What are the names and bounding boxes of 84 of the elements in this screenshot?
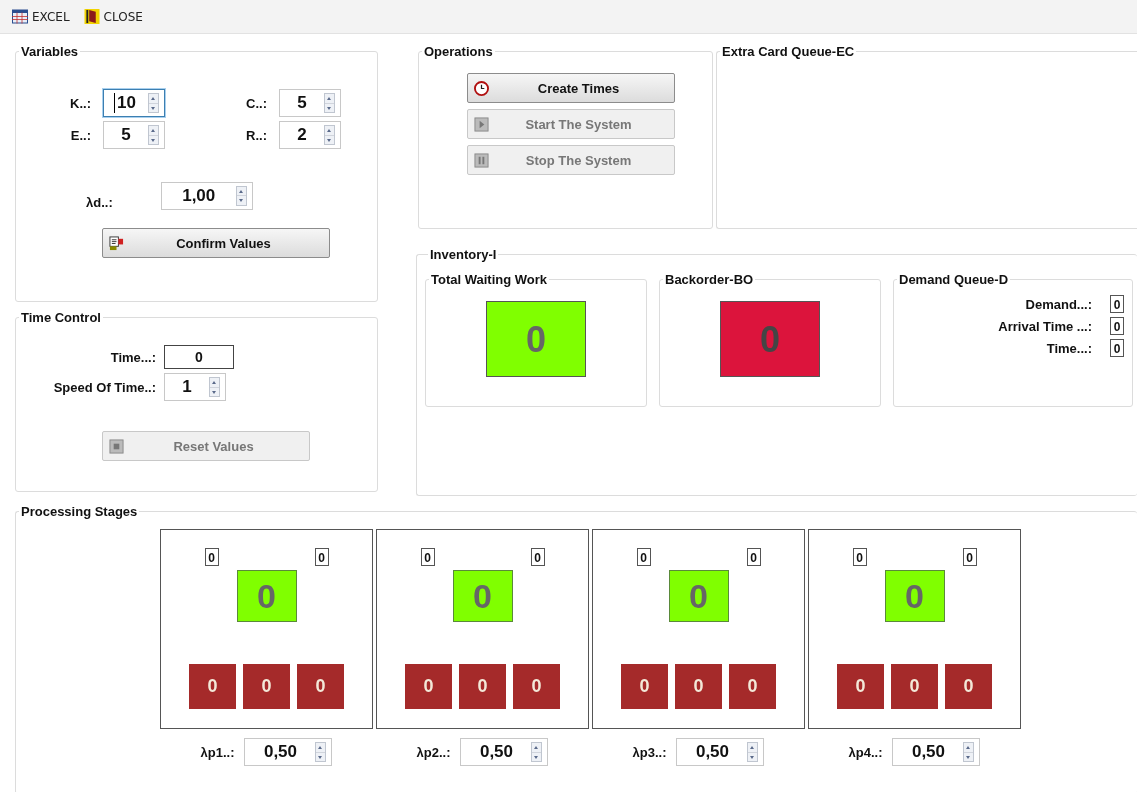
number-spinner[interactable]: 10 [103,89,165,117]
panel-title: Processing Stages [20,504,139,519]
value-field: 0 [1110,317,1124,336]
value-field: 0 [314,548,329,566]
queue-counter: 0 [945,664,992,709]
number-spinner[interactable]: 0,50 [460,738,549,766]
counter-display: 0 [486,301,586,378]
panel-title: Total Waiting Work [430,272,549,288]
number-spinner[interactable]: 0,50 [676,738,765,766]
field-label: Time...: [1046,340,1092,356]
field-label: C..: [245,95,267,111]
field-label: Arrival Time ...: [998,318,1092,334]
field-label: λd..: [86,195,113,210]
spin-arrows-icon[interactable] [531,742,543,762]
number-spinner[interactable]: 1 [164,373,226,401]
value-field: 0 [204,548,219,566]
toolbar-button[interactable]: CLOSE [81,7,145,26]
queue-counter: 0 [513,664,560,709]
queue-counter: 0 [891,664,938,709]
panel-title: Inventory-I [429,247,498,263]
queue-counter: 0 [405,664,452,709]
value-field: 0 [1110,339,1124,358]
number-spinner[interactable]: 5 [103,121,165,149]
clock-icon [474,80,489,96]
value-field: 0 [530,548,545,566]
stage-counter: 0 [884,570,945,622]
confirm-button[interactable]: Confirm Values [102,228,330,258]
queue-counter: 0 [675,664,722,709]
queue-counter: 0 [243,664,290,709]
toolbar-button[interactable]: EXCEL [10,7,72,26]
spin-arrows-icon[interactable] [963,742,975,762]
panel-title: Demand Queue-D [898,272,1010,288]
document-icon [109,235,124,251]
value-field: 0 [1110,295,1124,314]
stage-counter: 0 [452,570,513,622]
field-label: R..: [245,127,267,143]
time-field[interactable]: 0 [164,345,234,369]
number-spinner[interactable]: 1,00 [160,181,253,210]
door-icon [83,9,100,24]
operation-button[interactable]: Create Times [467,73,675,103]
field-label: λp3..: [632,744,667,760]
panel-title: Extra Card Queue-EC [721,44,856,59]
stage-counter: 0 [668,570,729,622]
spin-arrows-icon[interactable] [148,93,159,113]
number-spinner[interactable]: 0,50 [892,738,981,766]
panel-title: Variables [20,44,80,59]
value-field: 0 [746,548,761,566]
queue-counter: 0 [621,664,668,709]
queue-counter: 0 [189,664,236,709]
play-icon [474,116,489,132]
number-spinner[interactable]: 0,50 [244,738,333,766]
stop-icon [109,438,124,454]
queue-counter: 0 [297,664,344,709]
field-label: λp1..: [200,744,235,760]
stage-counter: 0 [236,570,297,622]
spin-arrows-icon[interactable] [148,125,159,145]
counter-display: 0 [720,301,820,378]
field-label: λp4..: [848,744,883,760]
queue-counter: 0 [729,664,776,709]
field-label: E..: [69,127,91,143]
field-label: Speed Of Time..: [52,379,156,395]
queue-counter: 0 [837,664,884,709]
field-label: Time...: [109,349,156,365]
value-field: 0 [852,548,867,566]
spin-arrows-icon[interactable] [324,125,335,145]
number-spinner[interactable]: 2 [279,121,341,149]
pause-icon [474,152,489,168]
value-field: 0 [636,548,651,566]
panel-title: Operations [423,44,494,59]
field-label: λp2..: [416,744,451,760]
value-field: 0 [420,548,435,566]
number-spinner[interactable]: 5 [279,89,341,117]
spin-arrows-icon[interactable] [747,742,759,762]
spin-arrows-icon[interactable] [315,742,327,762]
spin-arrows-icon[interactable] [324,93,335,113]
field-label: Demand...: [1025,296,1092,312]
panel-title: Time Control [20,310,102,325]
value-field: 0 [962,548,977,566]
panel-title: Backorder-BO [664,272,755,288]
spin-arrows-icon[interactable] [235,185,247,206]
spreadsheet-icon [12,9,28,24]
spin-arrows-icon[interactable] [209,377,220,397]
queue-counter: 0 [459,664,506,709]
field-label: K..: [69,95,91,111]
